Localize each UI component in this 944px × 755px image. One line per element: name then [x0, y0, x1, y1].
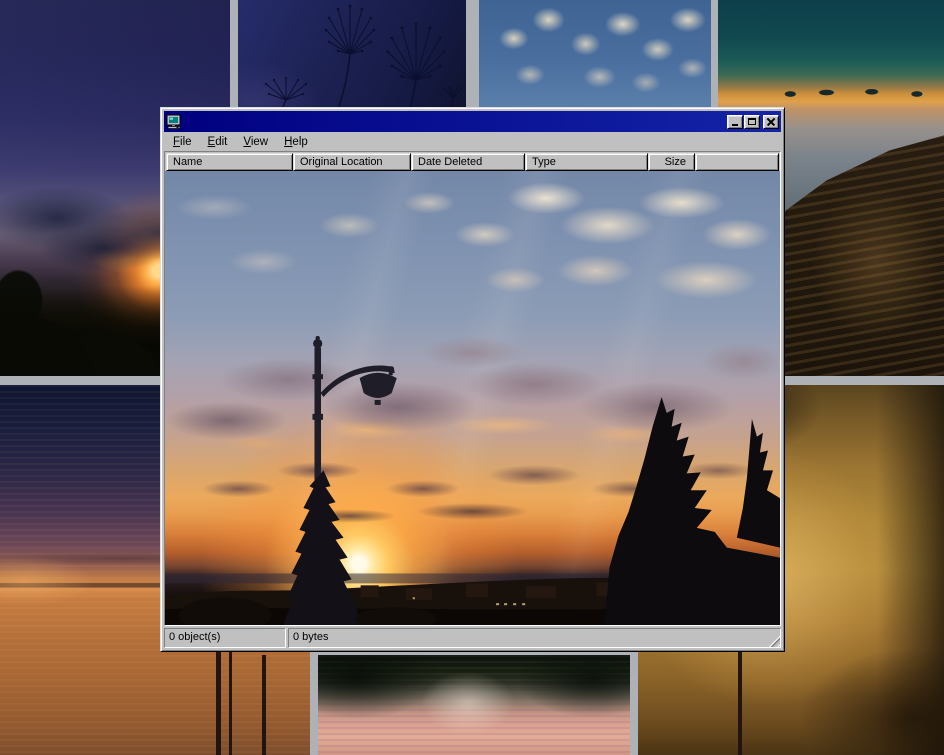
column-header-original-location[interactable]: Original Location [293, 153, 411, 171]
tree-wisp-right-edge [737, 419, 780, 548]
menu-edit[interactable]: Edit [200, 134, 236, 150]
silhouette-layer [165, 171, 780, 625]
title-bar[interactable] [164, 111, 781, 132]
column-header-spacer [695, 153, 779, 171]
wallpaper-tile-reflection [318, 655, 630, 755]
wallpaper-pole [216, 647, 221, 755]
wallpaper-pole [229, 647, 232, 755]
close-button[interactable] [763, 115, 779, 129]
column-header-size[interactable]: Size [648, 153, 695, 171]
status-byte-count: 0 bytes [288, 628, 781, 648]
maximize-button[interactable] [744, 115, 760, 129]
status-object-count: 0 object(s) [164, 628, 286, 648]
status-bar: 0 object(s) 0 bytes [164, 626, 781, 648]
cypress-tree-left [283, 470, 361, 625]
close-icon [767, 118, 775, 125]
desktop: File Edit View Help Name Original Locati… [0, 0, 944, 755]
list-viewport-sunset-photo[interactable] [165, 171, 780, 625]
menu-help[interactable]: Help [276, 134, 316, 150]
column-header-row: Name Original Location Date Deleted Type… [165, 152, 780, 171]
menu-view[interactable]: View [235, 134, 276, 150]
wallpaper-pole [262, 655, 266, 755]
column-header-name[interactable]: Name [166, 153, 293, 171]
recycle-bin-window: File Edit View Help Name Original Locati… [160, 107, 785, 652]
file-list-area: Name Original Location Date Deleted Type… [164, 151, 781, 626]
wallpaper-tile-seed-heads [238, 0, 466, 110]
computer-icon [166, 114, 182, 130]
sunset-photo [165, 171, 780, 625]
wallpaper-tile-cloud-sky [479, 0, 711, 110]
column-header-date-deleted[interactable]: Date Deleted [411, 153, 525, 171]
maximize-icon [748, 118, 756, 125]
column-header-type[interactable]: Type [525, 153, 648, 171]
minimize-button[interactable] [727, 115, 743, 129]
seed-head-silhouette-art [238, 0, 466, 110]
menu-bar: File Edit View Help [164, 132, 781, 151]
menu-file[interactable]: File [165, 134, 200, 150]
minimize-icon [732, 124, 738, 126]
